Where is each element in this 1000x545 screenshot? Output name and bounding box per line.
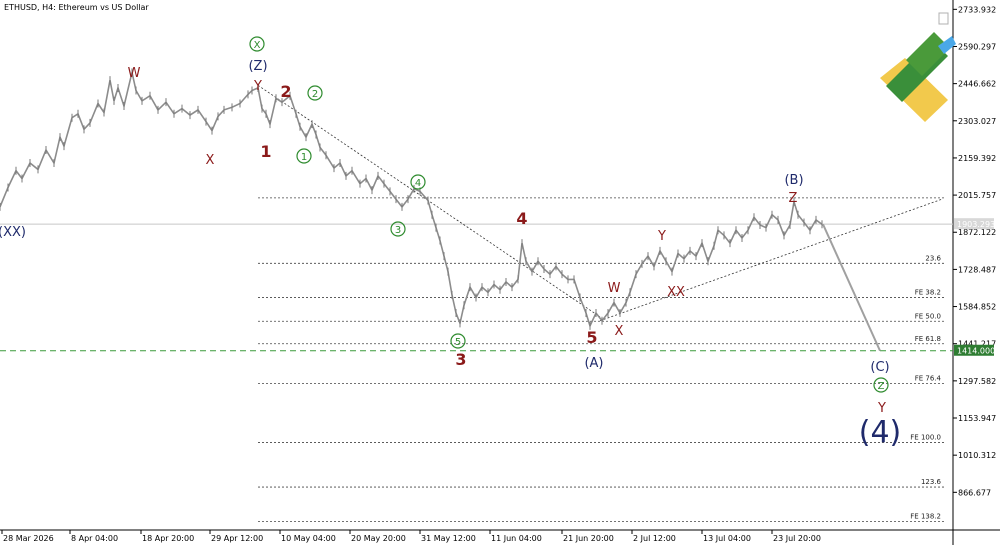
y-tick-label: 2015.757 — [958, 191, 996, 200]
svg-text:Z: Z — [878, 381, 885, 392]
fib-level-label: FE 76.4 — [915, 375, 942, 383]
x-tick-label: 8 Apr 04:00 — [71, 534, 118, 543]
y-tick-label: 2590.297 — [958, 42, 996, 51]
x-tick-label: 13 Jul 04:00 — [703, 534, 751, 543]
y-tick-label: 1872.122 — [958, 228, 996, 237]
symbol-title: ETHUSD, H4: Ethereum vs US Dollar — [4, 3, 149, 12]
wave-label: 4 — [516, 209, 527, 228]
time-axis: 28 Mar 2026 8 Apr 04:00 18 Apr 20:00 29 Apr… — [1, 530, 821, 543]
y-tick-label: 1584.852 — [958, 303, 996, 312]
y-tick-label: 1153.947 — [958, 414, 996, 423]
price-axis: 2733.932 2590.297 2446.662 2303.027 2159.392… — [953, 5, 996, 497]
x-tick-label: 11 Jun 04:00 — [491, 534, 542, 543]
fib-level-label: FE 38.2 — [915, 288, 941, 296]
fib-level-label: 23.6 — [925, 254, 941, 262]
wave-label: (XX) — [0, 225, 26, 240]
wave-label: XX — [667, 285, 685, 300]
plot-area — [0, 0, 953, 530]
x-tick-label: 29 Apr 12:00 — [211, 534, 263, 543]
svg-text:X: X — [254, 40, 261, 51]
x-tick-label: 2 Jul 12:00 — [633, 534, 676, 543]
price-chart[interactable]: ETHUSD, H4: Ethereum vs US Dollar 23.6 FE… — [0, 0, 1000, 545]
svg-text:1: 1 — [301, 152, 307, 163]
x-tick-label: 31 May 12:00 — [421, 534, 476, 543]
y-tick-label: 1297.582 — [958, 377, 996, 386]
target-price-text: 1414.000 — [957, 347, 995, 356]
y-tick-label: 2446.662 — [958, 80, 996, 89]
wave-label: 3 — [455, 350, 466, 369]
fib-level-label: FE 138.2 — [910, 512, 941, 520]
svg-text:2: 2 — [312, 89, 318, 100]
wave-label: (Z) — [248, 59, 267, 74]
wave-label: X — [206, 153, 215, 168]
svg-text:3: 3 — [395, 225, 401, 236]
fib-level-label: 123.6 — [921, 478, 942, 486]
svg-text:5: 5 — [455, 337, 461, 348]
chart-toggle-button[interactable] — [938, 12, 949, 25]
chart-window: ETHUSD, H4: Ethereum vs US Dollar 23.6 FE… — [0, 0, 1000, 545]
svg-text:4: 4 — [415, 178, 421, 189]
wave-label: (A) — [584, 356, 603, 371]
wave-label: (B) — [784, 173, 803, 188]
x-tick-label: 28 Mar 2026 — [3, 534, 54, 543]
wave-label: Z — [789, 191, 798, 206]
wave-label: X — [615, 324, 624, 339]
y-tick-label: 866.677 — [958, 488, 991, 497]
wave-label: (4) — [859, 415, 902, 450]
x-tick-label: 10 May 04:00 — [281, 534, 336, 543]
wave-label: 5 — [586, 328, 597, 347]
y-tick-label: 1010.312 — [958, 451, 996, 460]
fib-level-label: FE 50.0 — [915, 312, 941, 320]
fib-level-label: FE 100.0 — [910, 434, 941, 442]
fib-level-label: FE 61.8 — [915, 335, 941, 343]
wave-label: W — [608, 281, 621, 296]
y-tick-label: 1728.487 — [958, 265, 996, 274]
y-tick-label: 2159.392 — [958, 154, 996, 163]
x-tick-label: 23 Jul 20:00 — [773, 534, 821, 543]
y-tick-label: 2733.932 — [958, 5, 996, 14]
wave-label: Y — [253, 79, 262, 94]
wave-label: (C) — [870, 360, 889, 375]
x-tick-label: 21 Jun 20:00 — [563, 534, 614, 543]
x-tick-label: 20 May 20:00 — [351, 534, 406, 543]
wave-label: 1 — [260, 142, 271, 161]
wave-label: Y — [657, 229, 666, 244]
wave-label: W — [128, 66, 141, 81]
y-tick-label: 2303.027 — [958, 117, 996, 126]
wave-label: 2 — [280, 82, 291, 101]
current-price-text: 1903.293 — [957, 220, 995, 229]
x-tick-label: 18 Apr 20:00 — [142, 534, 194, 543]
wave-label: Y — [877, 401, 886, 416]
